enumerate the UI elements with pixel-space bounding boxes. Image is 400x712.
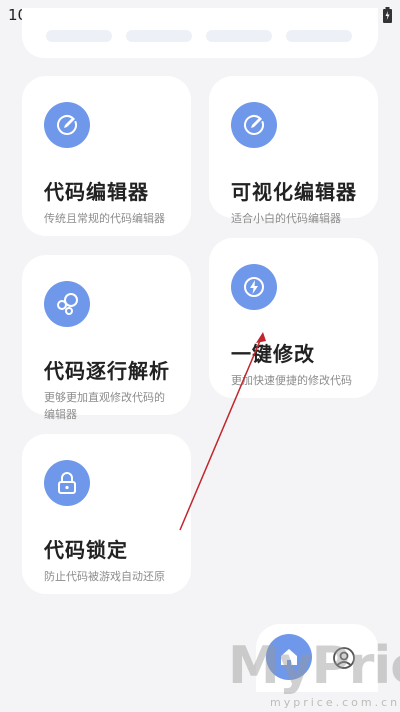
card-subtitle: 适合小白的代码编辑器 — [231, 212, 341, 225]
shortcut-pill[interactable] — [126, 30, 192, 42]
shortcut-pill[interactable] — [46, 30, 112, 42]
shortcut-pill[interactable] — [206, 30, 272, 42]
pencil-icon — [231, 102, 277, 148]
card-line-parse[interactable]: 代码逐行解析 更够更加直观修改代码的编辑器 — [22, 255, 191, 421]
watermark-url: myprice.com.cn — [270, 696, 400, 709]
watermark-logo: MyPrice — [228, 636, 400, 696]
bubbles-icon — [44, 281, 90, 327]
card-subtitle: 传统且常规的代码编辑器 — [44, 212, 165, 225]
shortcut-pill[interactable] — [286, 30, 352, 42]
card-title: 代码锁定 — [44, 538, 128, 562]
card-one-click-modify[interactable]: 一键修改 更加快速便捷的修改代码 — [209, 238, 378, 398]
lightning-icon — [231, 264, 277, 310]
card-title: 代码编辑器 — [44, 180, 149, 204]
card-title: 代码逐行解析 — [44, 359, 170, 383]
lock-icon — [44, 460, 90, 506]
battery-icon — [383, 7, 392, 23]
pencil-icon — [44, 102, 90, 148]
card-title: 一键修改 — [231, 342, 315, 366]
top-partial-card — [22, 8, 378, 58]
card-subtitle: 更够更加直观修改代码的编辑器 — [44, 391, 165, 421]
card-visual-editor[interactable]: 可视化编辑器 适合小白的代码编辑器 — [209, 76, 378, 225]
card-subtitle: 更加快速便捷的修改代码 — [231, 374, 352, 387]
card-subtitle: 防止代码被游戏自动还原 — [44, 570, 165, 583]
card-title: 可视化编辑器 — [231, 180, 357, 204]
card-code-lock[interactable]: 代码锁定 防止代码被游戏自动还原 — [22, 434, 191, 594]
card-code-editor[interactable]: 代码编辑器 传统且常规的代码编辑器 — [22, 76, 191, 236]
